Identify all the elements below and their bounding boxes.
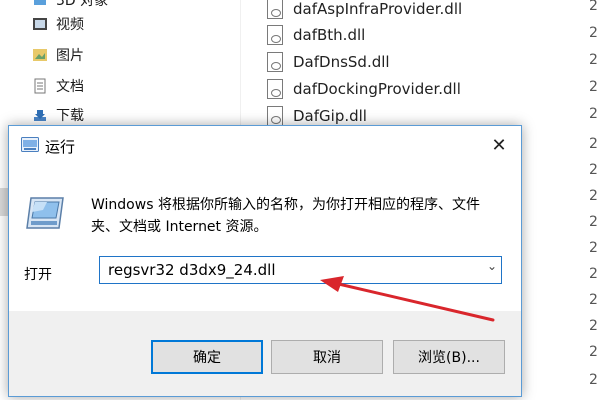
file-date-partial: 2 — [589, 162, 598, 178]
command-combobox[interactable]: regsvr32 d3dx9_24.dll ⌄ — [99, 256, 502, 284]
file-date-partial: 2 — [589, 266, 598, 282]
run-dialog: 运行 ✕ Windows 将根据你所输入的名称，为你打开相应的程序、文件夹、文档… — [8, 125, 522, 397]
close-icon: ✕ — [491, 134, 507, 156]
pictures-icon — [32, 47, 48, 63]
file-name: DafDnsSd.dll — [293, 53, 390, 71]
3d-objects-icon — [32, 0, 48, 8]
file-row[interactable]: DafDnsSd.dll — [267, 49, 390, 75]
file-row[interactable]: dafBth.dll — [267, 22, 365, 48]
dll-file-icon — [267, 52, 283, 72]
run-app-icon — [21, 137, 39, 152]
dialog-content: Windows 将根据你所输入的名称，为你打开相应的程序、文件夹、文档或 Int… — [9, 164, 521, 311]
file-name: dafDockingProvider.dll — [293, 80, 461, 98]
file-date-partial: 2 — [589, 79, 598, 95]
command-input[interactable]: regsvr32 d3dx9_24.dll — [108, 261, 276, 279]
video-icon — [32, 16, 48, 32]
file-date-partial: 2 — [589, 0, 598, 14]
file-name: dafBth.dll — [293, 26, 366, 44]
ok-button[interactable]: 确定 — [151, 340, 263, 374]
nav-item-3d-objects[interactable]: 3D 对象 — [32, 0, 108, 12]
nav-item-label: 文档 — [56, 79, 84, 95]
nav-item-documents[interactable]: 文档 — [32, 74, 84, 98]
dialog-title: 运行 — [45, 138, 76, 156]
file-date-partial: 2 — [589, 52, 598, 68]
downloads-icon — [32, 107, 48, 123]
dialog-description: Windows 将根据你所输入的名称，为你打开相应的程序、文件夹、文档或 Int… — [91, 197, 480, 235]
open-label: 打开 — [24, 267, 52, 283]
nav-item-label: 下载 — [56, 108, 84, 124]
dialog-titlebar[interactable]: 运行 ✕ — [9, 126, 521, 164]
run-program-icon — [25, 194, 65, 232]
file-date-partial: 2 — [589, 240, 598, 256]
chevron-down-icon[interactable]: ⌄ — [487, 259, 497, 273]
cancel-button[interactable]: 取消 — [271, 340, 383, 374]
nav-item-videos[interactable]: 视频 — [32, 12, 84, 36]
file-date-partial: 2 — [589, 188, 598, 204]
file-date-partial: 2 — [589, 372, 598, 388]
nav-item-label: 3D 对象 — [56, 0, 109, 9]
dll-file-icon — [267, 25, 283, 45]
file-row[interactable]: dafDockingProvider.dll — [267, 76, 461, 102]
dll-file-icon — [267, 79, 283, 99]
documents-icon — [32, 78, 48, 94]
file-name: dafAspInfraProvider.dll — [293, 0, 463, 18]
dll-file-icon — [267, 106, 283, 126]
file-date-partial: 2 — [589, 106, 598, 122]
file-row[interactable]: dafAspInfraProvider.dll — [267, 0, 462, 22]
file-date-partial: 2 — [589, 292, 598, 308]
nav-item-label: 视频 — [56, 17, 84, 33]
file-date-partial: 2 — [589, 25, 598, 41]
close-button[interactable]: ✕ — [477, 126, 521, 164]
dll-file-icon — [267, 0, 283, 19]
file-name: DafGip.dll — [293, 107, 367, 125]
file-date-partial: 2 — [589, 344, 598, 360]
file-date-partial: 2 — [589, 214, 598, 230]
nav-item-downloads[interactable]: 下载 — [32, 103, 84, 127]
browse-button[interactable]: 浏览(B)... — [393, 340, 505, 374]
nav-item-pictures[interactable]: 图片 — [32, 43, 84, 67]
file-date-partial: 2 — [589, 318, 598, 334]
file-date-partial: 2 — [589, 136, 598, 152]
nav-item-label: 图片 — [56, 48, 84, 64]
